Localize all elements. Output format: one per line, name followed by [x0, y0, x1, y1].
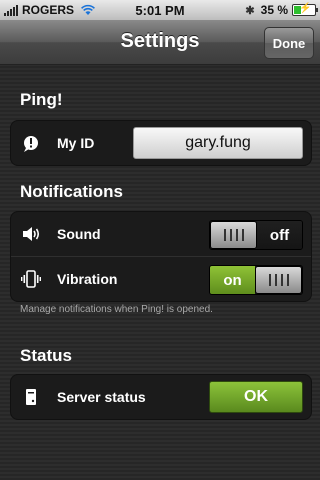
sound-label: Sound: [57, 226, 101, 242]
navigation-bar: Settings Done: [0, 20, 320, 65]
section-title-notifications: Notifications: [20, 182, 123, 201]
vibration-toggle[interactable]: on: [209, 265, 303, 295]
notifications-group: Sound off Vibration on: [10, 211, 312, 302]
vibration-toggle-knob: [255, 266, 302, 294]
my-id-field[interactable]: gary.fung: [133, 127, 303, 159]
server-status-value: OK: [209, 381, 303, 413]
battery-icon: ⚡: [292, 3, 318, 16]
server-status-label: Server status: [57, 389, 146, 405]
speaker-icon: [23, 227, 40, 241]
bluetooth-icon: ✱: [245, 4, 255, 17]
section-title-ping: Ping!: [20, 90, 63, 109]
vibration-row: Vibration on: [11, 256, 311, 301]
sound-toggle-state: off: [257, 221, 302, 249]
done-button[interactable]: Done: [264, 27, 314, 59]
sound-toggle-knob: [210, 221, 257, 249]
status-bar: ROGERS 5:01 PM ✱ 35 % ⚡: [0, 0, 320, 20]
my-id-row: My ID gary.fung: [11, 121, 311, 165]
settings-content: Ping! My ID gary.fung Notifications Soun…: [0, 65, 320, 480]
vibration-label: Vibration: [57, 271, 118, 287]
my-id-label: My ID: [57, 135, 95, 151]
ping-bubble-icon: [24, 136, 38, 152]
sound-toggle[interactable]: off: [209, 220, 303, 250]
server-status-row: Server status OK: [11, 375, 311, 419]
notifications-footnote: Manage notifications when Ping! is opene…: [20, 304, 213, 315]
sound-row: Sound off: [11, 212, 311, 256]
status-group: Server status OK: [10, 374, 312, 420]
ping-group: My ID gary.fung: [10, 120, 312, 166]
vibration-icon: [21, 270, 41, 288]
server-icon: [26, 389, 36, 405]
vibration-toggle-state: on: [210, 266, 255, 294]
section-title-status: Status: [20, 346, 72, 365]
battery-percent: 35 %: [260, 3, 288, 17]
